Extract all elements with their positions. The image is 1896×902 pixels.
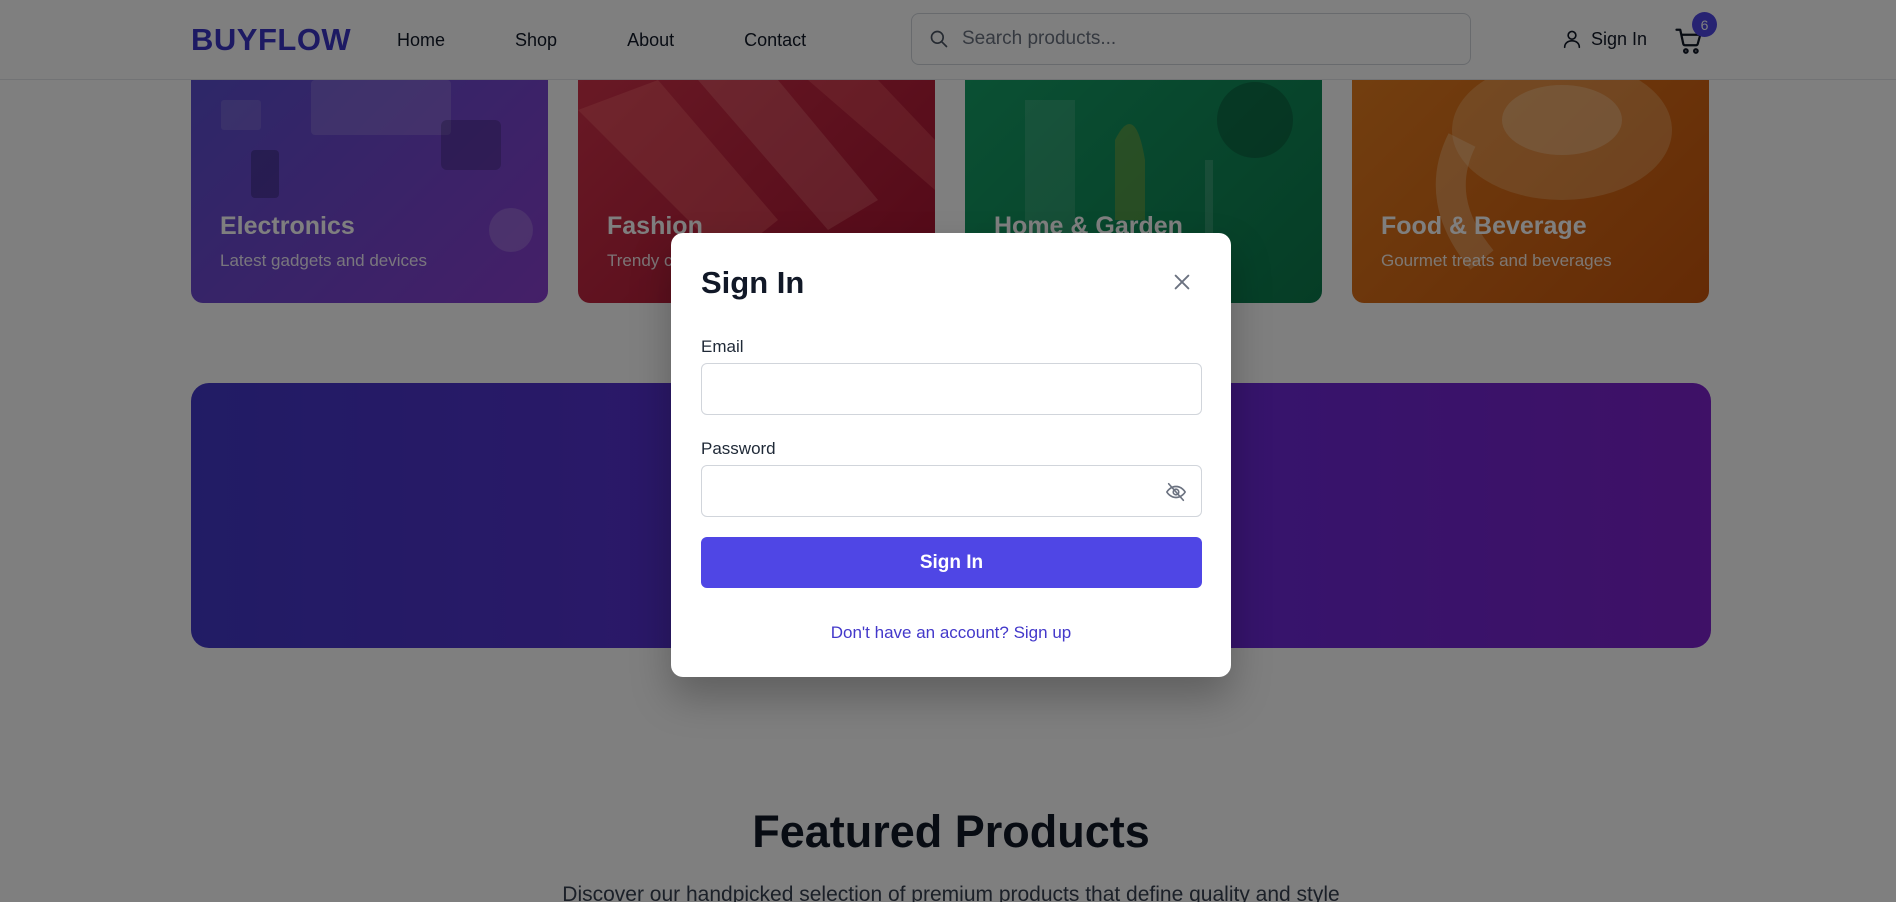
signin-modal: Sign In Email Password Sign In Don't hav… [671, 233, 1231, 677]
password-label: Password [701, 439, 776, 458]
signup-link[interactable]: Don't have an account? Sign up [671, 623, 1231, 643]
signin-submit-button[interactable]: Sign In [701, 537, 1202, 588]
modal-title: Sign In [701, 265, 805, 300]
eye-off-icon[interactable] [1165, 481, 1187, 503]
password-field-wrapper [701, 465, 1202, 517]
email-field[interactable] [702, 364, 1201, 414]
email-field-wrapper [701, 363, 1202, 415]
close-icon[interactable] [1171, 271, 1193, 293]
password-field[interactable] [702, 466, 1201, 516]
email-label: Email [701, 337, 744, 356]
